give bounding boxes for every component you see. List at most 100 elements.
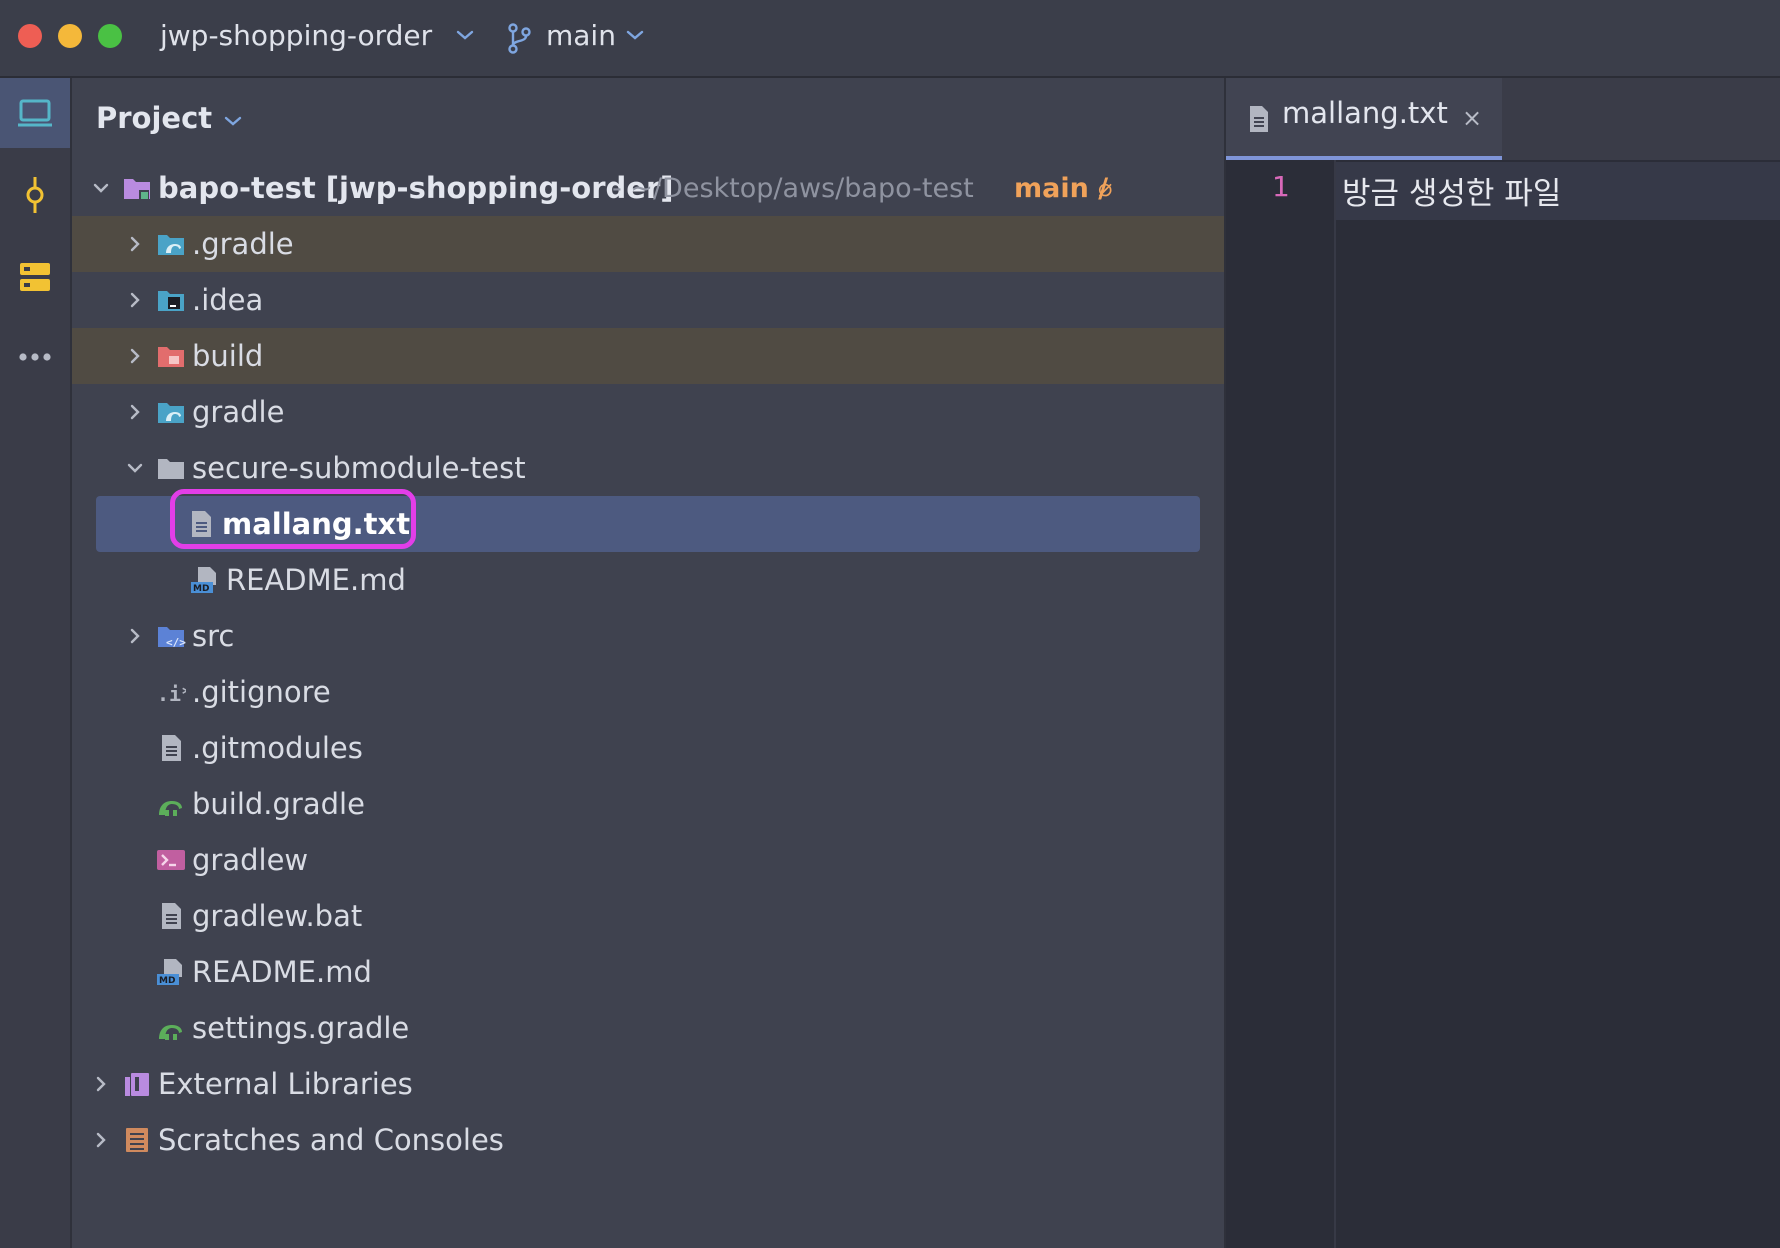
- folder-icon: [158, 459, 184, 479]
- tree-item-label: settings.gradle: [192, 1011, 410, 1045]
- highlight-annotation: [170, 489, 416, 549]
- shell-script-icon: [157, 850, 185, 870]
- build-folder-icon: [158, 347, 184, 367]
- editor-tab-mallang-txt[interactable]: mallang.txt ×: [1226, 78, 1502, 160]
- tree-item-label: build: [192, 339, 264, 373]
- tree-item-label: gradle: [192, 395, 285, 429]
- tree-item-label: README.md: [226, 563, 406, 597]
- tree-item-label: build.gradle: [192, 787, 365, 821]
- chevron-down-icon[interactable]: [224, 116, 242, 126]
- more-tools-button[interactable]: [0, 322, 70, 392]
- editor-text-line[interactable]: 방금 생성한 파일: [1342, 168, 1561, 213]
- text-file-icon: [162, 735, 181, 761]
- more-icon: [19, 353, 51, 361]
- tree-row-src[interactable]: </> src: [72, 608, 1224, 664]
- gitignore-file-icon: .i*: [157, 682, 186, 706]
- tree-item-label: .gitignore: [192, 675, 331, 709]
- project-view-button[interactable]: [0, 78, 70, 148]
- tree-item-label: src: [192, 619, 235, 653]
- markdown-file-icon: MD: [191, 567, 216, 594]
- title-bar: jwp-shopping-order main: [0, 0, 1780, 78]
- minimize-window-button[interactable]: [58, 24, 82, 48]
- tree-item-label: Scratches and Consoles: [158, 1123, 504, 1157]
- tree-row-settings-gradle[interactable]: settings.gradle: [72, 1000, 1224, 1056]
- chevron-down-icon[interactable]: [626, 30, 644, 40]
- tree-row-gradlew-bat[interactable]: gradlew.bat: [72, 888, 1224, 944]
- branch-switcher[interactable]: main: [546, 14, 616, 58]
- source-folder-icon: </>: [158, 627, 186, 649]
- structure-icon: [20, 263, 50, 291]
- libraries-icon: [125, 1073, 149, 1096]
- scratches-icon: [126, 1128, 148, 1152]
- text-file-icon: [162, 903, 181, 929]
- gradle-folder-icon: [158, 235, 184, 255]
- structure-button[interactable]: [0, 242, 70, 312]
- tree-item-label: External Libraries: [158, 1067, 413, 1101]
- root-path: - ~/Desktop/aws/bapo-test: [612, 172, 974, 204]
- chevron-right-icon[interactable]: [92, 1075, 110, 1093]
- tree-row-build[interactable]: build: [72, 328, 1224, 384]
- tree-row-gitmodules[interactable]: .gitmodules: [72, 720, 1224, 776]
- tree-item-label: gradlew.bat: [192, 899, 363, 933]
- tree-row-scratches[interactable]: Scratches and Consoles: [72, 1112, 1224, 1168]
- tree-item-label: .gradle: [192, 227, 294, 261]
- chevron-down-icon[interactable]: [456, 30, 474, 40]
- tree-row-readme-sub[interactable]: MD README.md: [72, 552, 1224, 608]
- chevron-down-icon[interactable]: [92, 179, 110, 197]
- tree-item-label: gradlew: [192, 843, 309, 877]
- root-name: bapo-test [jwp-shopping-order]: [158, 171, 674, 205]
- tree-item-label: .idea: [192, 283, 264, 317]
- chevron-right-icon[interactable]: [126, 235, 144, 253]
- chevron-down-icon[interactable]: [126, 459, 144, 477]
- tree-row-idea[interactable]: .idea: [72, 272, 1224, 328]
- tree-row-dot-gradle[interactable]: .gradle: [72, 216, 1224, 272]
- tab-label: mallang.txt: [1282, 96, 1448, 130]
- tree-item-label: secure-submodule-test: [192, 451, 526, 485]
- zoom-window-button[interactable]: [98, 24, 122, 48]
- gradle-folder-icon: [158, 403, 184, 423]
- project-switcher[interactable]: jwp-shopping-order: [160, 14, 432, 58]
- tool-window-strip: [0, 78, 72, 1248]
- gradle-file-icon: [159, 1025, 182, 1040]
- tree-item-label: .gitmodules: [192, 731, 363, 765]
- text-file-icon: [1250, 106, 1268, 132]
- root-status: ⌀: [1098, 174, 1113, 202]
- editor: mallang.txt × 1 방금 생성한 파일: [1224, 78, 1780, 1248]
- project-panel: Project bapo-test [jwp-shopping-order] -…: [72, 78, 1224, 1248]
- tree-row-external-libraries[interactable]: External Libraries: [72, 1056, 1224, 1112]
- commit-icon: [26, 177, 44, 213]
- line-number-gutter: [1226, 160, 1336, 1248]
- project-panel-header[interactable]: Project: [96, 96, 242, 140]
- svg-text:MD: MD: [159, 976, 175, 986]
- close-window-button[interactable]: [18, 24, 42, 48]
- chevron-right-icon[interactable]: [126, 291, 144, 309]
- tree-row-readme[interactable]: MD README.md: [72, 944, 1224, 1000]
- root-branch: main /: [1014, 172, 1109, 204]
- svg-text:.i*: .i*: [157, 682, 186, 706]
- line-number: 1: [1272, 170, 1290, 203]
- tree-row-gradle[interactable]: gradle: [72, 384, 1224, 440]
- tree-row-gitignore[interactable]: .i* .gitignore: [72, 664, 1224, 720]
- project-view-icon: [18, 99, 52, 127]
- tree-row-gradlew[interactable]: gradlew: [72, 832, 1224, 888]
- close-tab-icon[interactable]: ×: [1462, 104, 1482, 132]
- panel-title: Project: [96, 101, 213, 135]
- chevron-right-icon[interactable]: [126, 403, 144, 421]
- chevron-right-icon[interactable]: [126, 347, 144, 365]
- tree-item-label: README.md: [192, 955, 372, 989]
- chevron-right-icon[interactable]: [92, 1131, 110, 1149]
- idea-folder-icon: [158, 291, 184, 311]
- editor-tab-bar: mallang.txt ×: [1226, 78, 1780, 160]
- tree-row-build-gradle[interactable]: build.gradle: [72, 776, 1224, 832]
- tree-row-mallang-txt[interactable]: mallang.txt: [96, 489, 1200, 552]
- module-folder-icon: [124, 179, 150, 200]
- svg-text:</>: </>: [166, 636, 186, 649]
- git-branch-icon: [508, 23, 531, 54]
- markdown-file-icon: MD: [157, 959, 182, 986]
- svg-text:MD: MD: [193, 584, 209, 594]
- commit-button[interactable]: [0, 160, 70, 230]
- gradle-file-icon: [159, 801, 182, 816]
- chevron-right-icon[interactable]: [126, 627, 144, 645]
- tree-row-root[interactable]: bapo-test [jwp-shopping-order] - ~/Deskt…: [72, 160, 1224, 216]
- tree-row-secure-submodule-test[interactable]: secure-submodule-test: [72, 440, 1224, 496]
